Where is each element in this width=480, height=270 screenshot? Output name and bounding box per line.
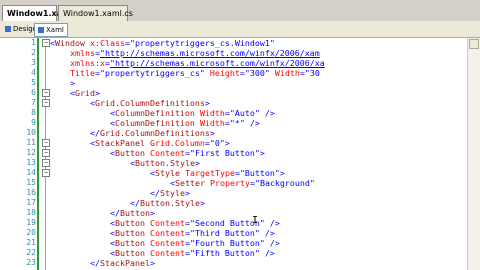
collapse-icon[interactable]: − [42,159,50,167]
line-number: 1 [31,38,36,47]
collapse-icon[interactable]: − [42,39,50,47]
code-line: <Button Content="Fifth Button" /> [110,248,275,258]
code-line: <Window x:Class="propertytriggers_cs.Win… [50,38,275,48]
scroll-up-button[interactable] [469,39,479,49]
tab-label: Window1.xaml.cs [63,9,133,18]
code-line: <StackPanel Grid.Column="0"> [90,138,230,148]
line-number: 21 [26,238,36,247]
line-number: 7 [31,98,36,107]
code-line: <Grid.ColumnDefinitions> [90,98,210,108]
vertical-scrollbar[interactable] [467,38,480,270]
collapse-icon[interactable]: − [42,99,50,107]
xaml-view-button[interactable]: Xaml [34,23,68,37]
line-number: 12 [26,148,36,157]
line-number: 2 [31,48,36,57]
line-number: 17 [26,198,36,207]
code-line: <Grid> [70,88,100,98]
line-number: 23 [26,258,36,267]
line-number: 9 [31,118,36,127]
line-number: 5 [31,78,36,87]
line-number: 10 [26,128,36,137]
line-number: 16 [26,188,36,197]
line-number: 19 [26,218,36,227]
line-number: 4 [31,68,36,77]
collapse-icon[interactable]: − [42,139,50,147]
code-line: <Style TargetType="Button"> [150,168,285,178]
xaml-label: Xaml [46,26,64,34]
document-tab-bar: Window1.xaml Window1.xaml.cs [0,0,480,21]
text-cursor-icon: I [252,215,259,226]
xaml-icon [38,27,44,33]
code-line: xmlns:x="http://schemas.microsoft.com/wi… [70,58,325,68]
code-line: </Button> [110,208,155,218]
change-tracking-bar [37,38,39,270]
line-number: 18 [26,208,36,217]
design-icon [5,26,11,32]
code-line: </Style> [150,188,190,198]
line-number: 14 [26,168,36,177]
code-line: <Button Content="First Button"> [110,148,265,158]
code-line: Title="propertytriggers_cs" Height="300"… [70,68,320,78]
line-number: 20 [26,228,36,237]
collapse-icon[interactable]: − [42,89,50,97]
code-line: <Button Content="Fourth Button" /> [110,238,280,248]
line-number: 13 [26,158,36,167]
collapse-icon[interactable]: − [42,169,50,177]
code-line: <ColumnDefinition Width="Auto" /> [110,108,275,118]
tab-window1-xaml[interactable]: Window1.xaml [2,5,73,21]
line-number: 3 [31,58,36,67]
collapse-icon[interactable]: − [42,149,50,157]
tab-window1-xaml-cs[interactable]: Window1.xaml.cs [58,5,133,21]
fold-guide-line [45,46,46,270]
code-line: > [70,78,75,88]
line-number: 8 [31,108,36,117]
view-toolbar: Design Xaml [0,21,480,38]
code-line: <Setter Property="Background" [170,178,315,188]
code-line: <Button Content="Third Button" /> [110,228,275,238]
code-line: </Button.Style> [130,198,205,208]
line-number: 15 [26,178,36,187]
code-line: </Grid.ColumnDefinitions> [90,128,215,138]
code-line: xmlns="http://schemas.microsoft.com/winf… [70,48,320,58]
line-number: 11 [26,138,36,147]
line-number: 6 [31,88,36,97]
code-line: <ColumnDefinition Width="*" /> [110,118,260,128]
code-line: </StackPanel> [90,258,155,268]
code-line: <Button.Style> [130,158,200,168]
line-number: 22 [26,248,36,257]
xaml-code-editor[interactable]: <Window x:Class="propertytriggers_cs.Win… [50,38,468,270]
